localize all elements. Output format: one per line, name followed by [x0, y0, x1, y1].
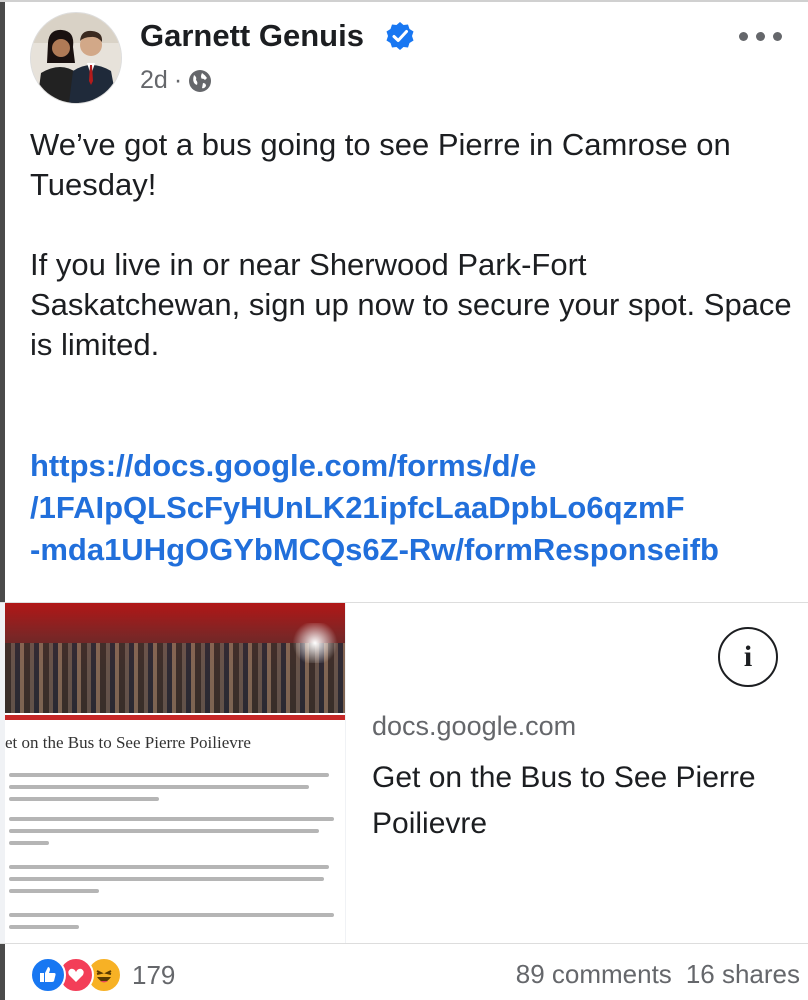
meta-separator: · [173, 66, 183, 94]
avatar-photo [31, 13, 121, 103]
link-line[interactable]: /1FAIpQLScFyHUnLK21ipfcLaaDpbLo6qzmF [30, 487, 805, 529]
engagement-bar: 179 89 comments 16 shares [30, 955, 800, 995]
more-options-button[interactable] [730, 24, 790, 48]
thumbs-up-icon [40, 967, 56, 982]
post-body: We’ve got a bus going to see Pierre in C… [30, 125, 800, 365]
form-text-line [9, 797, 159, 801]
stage-light [290, 623, 340, 663]
laughing-face-icon [96, 970, 112, 983]
shares-count[interactable]: 16 shares [686, 959, 800, 990]
form-text-line [9, 913, 334, 917]
info-button[interactable]: i [718, 627, 778, 687]
link-line[interactable]: https://docs.google.com/forms/d/e [30, 445, 805, 487]
link-domain: docs.google.com [372, 711, 577, 741]
form-header-bar [5, 715, 345, 720]
heart-icon [68, 968, 84, 982]
like-icon [30, 957, 66, 993]
more-dot-icon [755, 31, 765, 41]
form-text-line [9, 785, 309, 789]
post-meta: 2d · [140, 66, 212, 95]
form-text-line [9, 865, 329, 869]
link-line[interactable]: -mda1UHgOGYbMCQs6Z-Rw/formResponseifb [30, 529, 805, 571]
author-name[interactable]: Garnett Genuis [140, 18, 364, 54]
link-preview-card[interactable]: et on the Bus to See Pierre Poilievre i … [0, 602, 808, 944]
reactions-summary[interactable]: 179 [30, 955, 175, 995]
form-text-line [9, 877, 324, 881]
reaction-count: 179 [132, 959, 176, 990]
link-title[interactable]: Get on the Bus to See Pierre Poilievre [372, 755, 792, 847]
post-paragraph: If you live in or near Sherwood Park-For… [30, 247, 792, 362]
link-preview-thumbnail[interactable]: et on the Bus to See Pierre Poilievre [5, 603, 345, 943]
form-text-line [9, 841, 49, 845]
post-link[interactable]: https://docs.google.com/forms/d/e /1FAIp… [30, 445, 805, 571]
avatar[interactable] [30, 12, 122, 104]
post-header: Garnett Genuis 2d · [30, 12, 800, 107]
form-text-line [9, 925, 79, 929]
form-text-line [9, 829, 319, 833]
form-heading: et on the Bus to See Pierre Poilievre [5, 733, 251, 752]
link-preview-details[interactable]: i docs.google.com Get on the Bus to See … [346, 603, 808, 943]
top-divider [0, 0, 808, 2]
engagement-stats: 89 comments 16 shares [516, 959, 800, 990]
form-text-line [9, 817, 334, 821]
post-paragraph: We’ve got a bus going to see Pierre in C… [30, 127, 731, 202]
globe-icon [189, 69, 212, 92]
comments-count[interactable]: 89 comments [516, 959, 672, 990]
post-timestamp[interactable]: 2d [140, 66, 168, 95]
info-icon: i [743, 640, 753, 673]
form-text-line [9, 889, 99, 893]
rally-photo [5, 603, 345, 713]
more-dot-icon [772, 31, 782, 41]
verified-badge-icon [386, 22, 414, 50]
form-text-line [9, 773, 329, 777]
more-dot-icon [738, 31, 748, 41]
